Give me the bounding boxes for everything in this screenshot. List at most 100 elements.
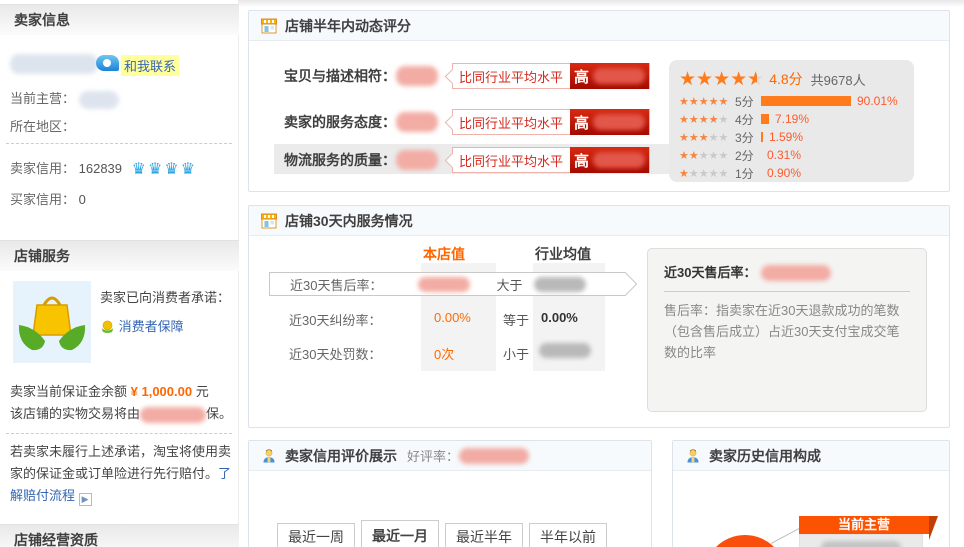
higher-word: 高 bbox=[574, 66, 589, 87]
info-title-row: 近30天售后率： bbox=[664, 262, 910, 282]
qualification-title: 店铺经营资质 bbox=[14, 530, 98, 547]
overall-score-row: ★★★★★★ 4.8分 共9678人 bbox=[679, 67, 904, 91]
buyer-credit-label: 买家信用： bbox=[10, 192, 75, 207]
seller-name-redacted bbox=[10, 54, 98, 74]
dynamic-rating-body: 宝贝与描述相符： 比同行业平均水平 高 卖家的服务态度： 比同行业平均水平 高 bbox=[249, 41, 949, 191]
shop-icon bbox=[261, 18, 277, 34]
credit-history-body: 当前主营 bbox=[673, 471, 949, 547]
compensation-paragraph: 若卖家未履行上述承诺，淘宝将使用卖家的保证金或订单险进行先行赔付。了解赔付流程 … bbox=[10, 441, 234, 507]
deposit-redacted bbox=[140, 407, 206, 423]
credit-history-header: 卖家历史信用构成 bbox=[673, 441, 949, 471]
tab-last-week[interactable]: 最近一周 bbox=[277, 523, 355, 547]
rating-summary-box: ★★★★★★ 4.8分 共9678人 ★★★★★ 5分 90.01% ★★★★★… bbox=[669, 60, 914, 182]
dist-percent: 0.90% bbox=[767, 166, 801, 180]
dist-row-1: ★★★★★ 1分 0.90% bbox=[679, 165, 904, 181]
page: 卖家信息 和我联系 当前主营： 所在地区： 卖家信用： 162839 ♛♛♛♛ … bbox=[0, 0, 964, 547]
deposit-prefix: 卖家当前保证金余额 bbox=[10, 384, 127, 399]
higher-badge: 高 bbox=[570, 147, 649, 173]
star-icons: ★★★★★ bbox=[679, 113, 735, 126]
rating-count: 共9678人 bbox=[811, 70, 866, 89]
shop-value: 0.00% bbox=[434, 310, 471, 325]
shop-value: 0次 bbox=[434, 344, 454, 363]
credit-display-header: 卖家信用评价展示 好评率： bbox=[249, 441, 651, 471]
dist-label: 5分 bbox=[735, 93, 761, 110]
tab-before-half-year[interactable]: 半年以前 bbox=[529, 523, 607, 547]
percent-redacted bbox=[593, 114, 645, 130]
service-30d-panel: 店铺30天内服务情况 本店值 行业均值 近30天售后率： 大于 近30天纠纷率：… bbox=[248, 205, 950, 428]
dist-row-5: ★★★★★ 5分 90.01% bbox=[679, 93, 904, 109]
contact-me-link[interactable]: 和我联系 bbox=[121, 55, 179, 76]
star-icons: ★★★★★ bbox=[679, 131, 735, 144]
service-30d-title: 店铺30天内服务情况 bbox=[285, 211, 413, 231]
rating-row-label: 物流服务的质量： bbox=[284, 150, 396, 170]
dist-row-4: ★★★★★ 4分 7.19% bbox=[679, 111, 904, 127]
seller-credit-row: 卖家信用： 162839 ♛♛♛♛ bbox=[10, 158, 197, 179]
tab-last-half-year[interactable]: 最近半年 bbox=[445, 523, 523, 547]
seller-info-header: 卖家信息 bbox=[0, 4, 239, 35]
shop-icon bbox=[261, 213, 277, 229]
current-business-redacted bbox=[79, 91, 119, 109]
compensation-text: 若卖家未履行上述承诺，淘宝将使用卖家的保证金或订单险进行先行赔付。 bbox=[10, 444, 231, 481]
star-icons: ★★★★★ bbox=[679, 95, 735, 108]
dist-row-2: ★★★★★ 2分 0.31% bbox=[679, 147, 904, 163]
credit-history-panel: 卖家历史信用构成 当前主营 bbox=[672, 440, 950, 547]
seller-credit-value: 162839 bbox=[79, 161, 122, 176]
sidebar: 卖家信息 和我联系 当前主营： 所在地区： 卖家信用： 162839 ♛♛♛♛ … bbox=[0, 0, 239, 547]
promise-intro: 卖家已向消费者承诺： bbox=[100, 287, 230, 306]
overall-score: 4.8分 bbox=[769, 69, 802, 89]
compare-text: 比同行业平均水平 bbox=[453, 113, 569, 132]
star-icons: ★★★★★ bbox=[679, 167, 735, 180]
compare-text: 比同行业平均水平 bbox=[453, 67, 569, 86]
shop-service-header: 店铺服务 bbox=[0, 240, 239, 271]
compare-text: 比同行业平均水平 bbox=[453, 151, 569, 170]
dist-percent: 7.19% bbox=[775, 112, 809, 126]
deposit-unit: 元 bbox=[196, 384, 209, 399]
rating-row-label: 宝贝与描述相符： bbox=[284, 66, 396, 86]
current-business-label: 当前主营： bbox=[10, 91, 75, 106]
region-label: 所在地区： bbox=[10, 119, 75, 134]
rating-row-label: 卖家的服务态度： bbox=[284, 112, 396, 132]
credit-display-body: 最近一周 最近一月 最近半年 半年以前 bbox=[249, 471, 651, 547]
callout-value-redacted bbox=[821, 541, 901, 547]
higher-word: 高 bbox=[574, 150, 589, 171]
row-label: 近30天售后率： bbox=[290, 275, 382, 294]
score-redacted bbox=[396, 112, 438, 132]
relation: 大于 bbox=[496, 275, 522, 294]
play-icon[interactable]: ▶ bbox=[79, 493, 92, 506]
info-value-redacted bbox=[761, 265, 831, 281]
deposit-paragraph: 卖家当前保证金余额 ¥ 1,000.00 元 该店铺的实物交易将由保。 bbox=[10, 381, 234, 425]
row-label: 近30天纠纷率： bbox=[289, 310, 381, 329]
person-icon bbox=[261, 448, 277, 464]
buyer-credit-row: 买家信用： 0 bbox=[10, 189, 86, 208]
region-row: 所在地区： bbox=[10, 116, 75, 135]
industry-value-redacted bbox=[539, 343, 591, 358]
seller-credit-label: 卖家信用： bbox=[10, 161, 75, 176]
row-arrow-icon bbox=[615, 273, 638, 296]
seller-info-title: 卖家信息 bbox=[14, 10, 70, 30]
wangwang-icon[interactable] bbox=[96, 55, 119, 71]
industry-value: 0.00% bbox=[541, 310, 578, 325]
dynamic-rating-header: 店铺半年内动态评分 bbox=[249, 11, 949, 41]
dynamic-rating-title: 店铺半年内动态评分 bbox=[285, 16, 411, 36]
consumer-protection-link[interactable]: 消费者保障 bbox=[119, 319, 184, 334]
aftersale-info-box: 近30天售后率： 售后率：指卖家在近30天退款成功的笔数（包含售后成立）占近30… bbox=[647, 248, 927, 412]
buyer-credit-value: 0 bbox=[79, 192, 86, 207]
star-half-icon: ★★ bbox=[747, 70, 764, 89]
aftersale-rate-row[interactable]: 近30天售后率： 大于 bbox=[269, 272, 626, 296]
relation: 小于 bbox=[503, 344, 529, 363]
score-redacted bbox=[396, 66, 438, 86]
percent-redacted bbox=[593, 68, 645, 84]
dist-label: 3分 bbox=[735, 129, 761, 146]
protection-badge-icon bbox=[100, 319, 115, 334]
ribbon-fold bbox=[929, 516, 938, 540]
divider bbox=[6, 143, 232, 144]
dist-percent: 1.59% bbox=[769, 130, 803, 144]
credit-display-title: 卖家信用评价展示 bbox=[285, 446, 397, 466]
industry-value-colhead: 行业均值 bbox=[535, 244, 591, 264]
relation: 等于 bbox=[503, 310, 529, 329]
tab-last-month[interactable]: 最近一月 bbox=[361, 520, 439, 547]
dist-percent: 90.01% bbox=[857, 94, 898, 108]
deposit-line2-prefix: 该店铺的实物交易将由 bbox=[10, 406, 140, 421]
dist-label: 2分 bbox=[735, 147, 761, 164]
dist-bar bbox=[761, 114, 769, 124]
